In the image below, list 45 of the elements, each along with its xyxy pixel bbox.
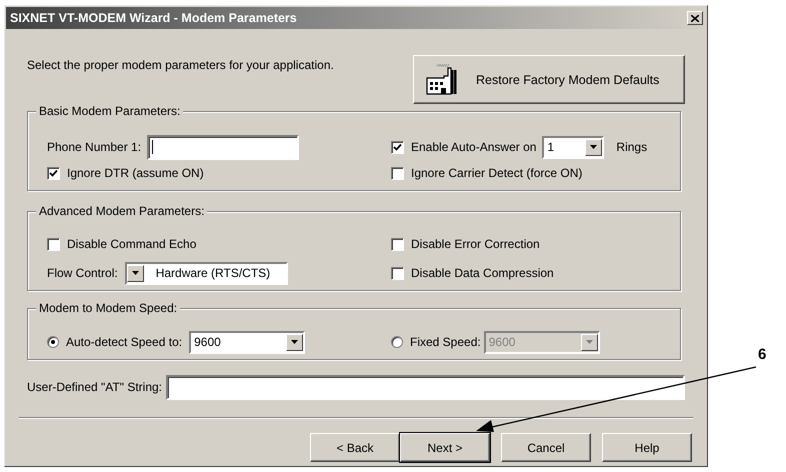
radio-button[interactable] — [47, 336, 59, 348]
dropdown-button[interactable] — [286, 334, 304, 350]
phone-number-field[interactable] — [147, 134, 300, 160]
checkbox[interactable] — [391, 238, 404, 250]
caret-icon — [291, 340, 298, 344]
checkbox-label: Disable Command Echo — [67, 237, 196, 251]
window-title: SIXNET VT-MODEM Wizard - Modem Parameters — [10, 11, 297, 25]
field-label: Flow Control: — [47, 266, 118, 280]
dropdown[interactable]: 1 — [542, 136, 604, 158]
checkbox[interactable] — [391, 140, 404, 154]
radio-label: Auto-detect Speed to: — [66, 335, 182, 349]
group-title: Modem to Modem Speed: — [36, 301, 180, 315]
field-label: Phone Number 1: — [47, 140, 142, 154]
radio-label: Fixed Speed: — [410, 335, 481, 349]
at-string-field[interactable] — [166, 374, 685, 400]
wizard-button[interactable]: Help — [602, 433, 692, 462]
dropdown[interactable]: Hardware (RTS/CTS) — [124, 262, 288, 284]
checkbox[interactable] — [47, 238, 60, 250]
instruction-text: Select the proper modem parameters for your application. — [27, 58, 334, 72]
caret-icon — [132, 271, 139, 275]
checkbox[interactable] — [391, 266, 404, 280]
checkbox[interactable] — [391, 166, 404, 180]
close-button[interactable] — [687, 11, 703, 25]
caret-icon — [586, 340, 593, 344]
wizard-button[interactable]: Cancel — [501, 433, 591, 462]
group-title: Basic Modem Parameters: — [36, 104, 184, 118]
checkbox[interactable] — [47, 166, 60, 180]
callout-number: 6 — [758, 346, 766, 363]
rings-label: Rings — [616, 140, 648, 154]
wizard-button[interactable]: Next > — [400, 433, 490, 462]
checkbox-label: Enable Auto-Answer on — [411, 140, 536, 154]
close-icon — [691, 14, 699, 22]
factory-icon — [424, 64, 458, 96]
restore-defaults-button[interactable]: Restore Factory Modem Defaults — [413, 55, 685, 104]
dropdown[interactable]: 9600 — [189, 330, 306, 354]
checkbox-label: Ignore Carrier Detect (force ON) — [411, 166, 582, 180]
checkbox-label: Disable Data Compression — [411, 266, 554, 280]
group-title: Advanced Modem Parameters: — [36, 204, 208, 218]
checkbox-label: Ignore DTR (assume ON) — [67, 166, 204, 180]
caret-icon — [590, 145, 598, 149]
dropdown-button[interactable] — [585, 138, 602, 156]
dropdown-button[interactable] — [126, 264, 144, 282]
field-label: User-Defined "AT" String: — [27, 380, 162, 394]
wizard-button[interactable]: < Back — [310, 433, 400, 462]
checkbox-label: Disable Error Correction — [411, 237, 540, 251]
